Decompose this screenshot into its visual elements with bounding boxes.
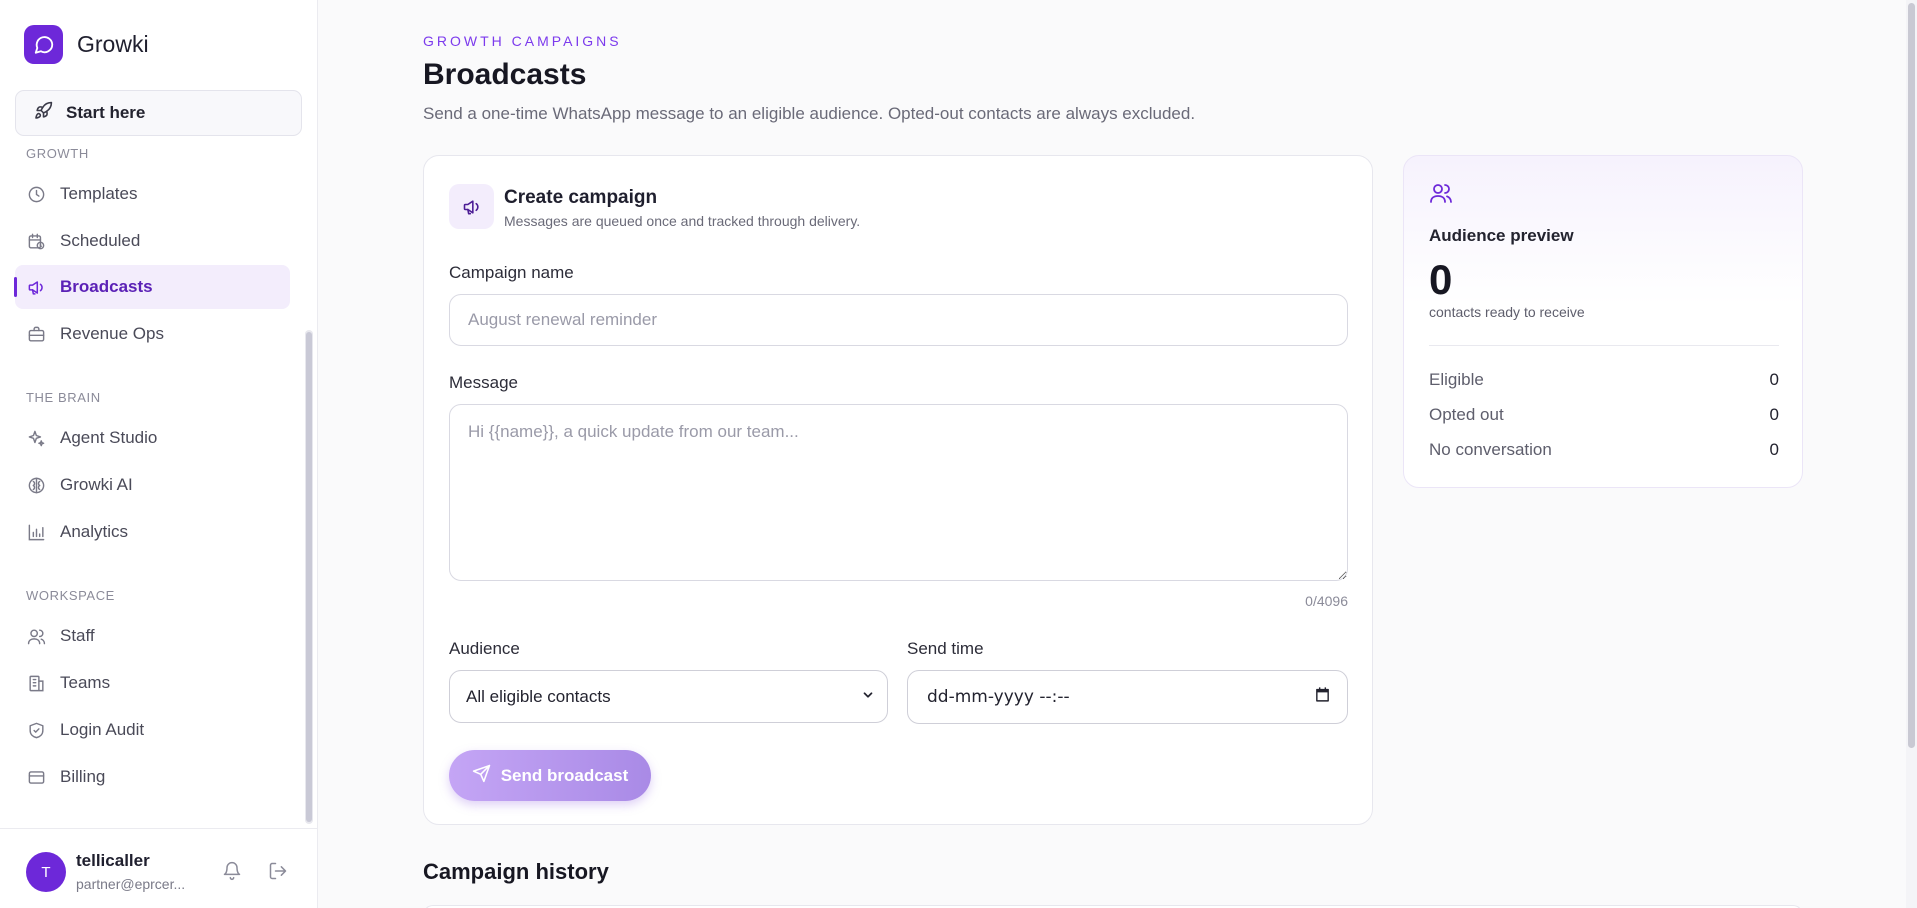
credit-card-icon [26,767,46,787]
audience-label: Audience [449,639,520,658]
logout-icon[interactable] [268,861,288,886]
sidebar-item-label: Growki AI [60,475,133,494]
section-the-brain: THE BRAIN [26,390,101,405]
sidebar-item-label: Analytics [60,522,129,541]
sidebar-item-label: Staff [60,626,95,645]
brain-icon [26,475,46,495]
send-broadcast-label: Send broadcast [500,765,629,785]
sidebar: Growki Start here GROWTH Templates Sched… [0,0,318,908]
campaign-history-title: Campaign history [423,859,609,884]
row-value: 0 [1769,405,1779,424]
sidebar-item-teams[interactable]: Teams [15,661,290,705]
audience-count-label: contacts ready to receive [1429,304,1585,320]
page-subtitle: Send a one-time WhatsApp message to an e… [423,104,1196,123]
divider [1429,345,1779,346]
send-time-value: dd-mm-yyyy --:-- [927,687,1070,707]
bell-icon[interactable] [222,861,242,886]
page-eyebrow: GROWTH CAMPAIGNS [423,33,622,49]
sidebar-item-templates[interactable]: Templates [15,172,290,216]
audience-row-no-conversation: No conversation 0 [1429,440,1779,460]
shield-check-icon [26,720,46,740]
sidebar-item-login-audit[interactable]: Login Audit [15,708,290,752]
megaphone-icon [26,277,46,297]
campaign-name-input[interactable] [449,294,1348,346]
users-icon [26,626,46,646]
character-counter: 0/4096 [1305,593,1348,609]
page-title: Broadcasts [423,58,587,91]
sidebar-item-growki-ai[interactable]: Growki AI [15,463,290,507]
sidebar-item-label: Billing [60,767,106,786]
audience-row-eligible: Eligible 0 [1429,370,1779,390]
create-campaign-card: Create campaign Messages are queued once… [423,155,1373,825]
message-textarea[interactable] [449,404,1348,581]
audience-selected-value: All eligible contacts [466,686,611,706]
card-title: Create campaign [504,187,658,208]
audience-preview-card: Audience preview 0 contacts ready to rec… [1403,155,1803,488]
sidebar-item-analytics[interactable]: Analytics [15,510,290,554]
brand[interactable]: Growki [24,25,149,64]
section-growth: GROWTH [26,146,89,161]
users-icon [1429,181,1453,210]
sidebar-item-label: Broadcasts [60,277,153,296]
audience-count: 0 [1429,256,1453,303]
row-label: Opted out [1429,405,1504,424]
sidebar-item-scheduled[interactable]: Scheduled [15,219,290,263]
start-here-label: Start here [66,103,146,122]
audience-row-opted-out: Opted out 0 [1429,405,1779,425]
sidebar-nav: GROWTH Templates Scheduled Broadcasts Re… [0,138,318,828]
row-value: 0 [1769,440,1779,459]
sidebar-item-label: Teams [60,673,111,692]
megaphone-icon [449,184,494,229]
sidebar-item-label: Revenue Ops [60,324,164,343]
message-label: Message [449,373,518,392]
start-here-button[interactable]: Start here [15,90,302,136]
send-icon [472,764,491,788]
avatar[interactable]: T [26,852,66,892]
send-time-label: Send time [907,639,984,658]
calendar-clock-icon [26,231,46,251]
sidebar-scrollbar-thumb[interactable] [306,332,312,822]
user-email: partner@eprcer... [76,876,186,892]
page-scrollbar-thumb[interactable] [1908,3,1915,748]
calendar-icon[interactable] [1314,686,1331,708]
sidebar-item-agent-studio[interactable]: Agent Studio [15,416,290,460]
sidebar-item-label: Agent Studio [60,428,158,447]
row-label: No conversation [1429,440,1552,459]
sidebar-item-revenue-ops[interactable]: Revenue Ops [15,312,290,356]
sidebar-item-label: Scheduled [60,231,141,250]
clock-icon [26,184,46,204]
send-time-input[interactable]: dd-mm-yyyy --:-- [907,670,1348,724]
audience-select[interactable]: All eligible contacts [449,670,888,723]
chevron-down-icon [861,687,875,707]
campaign-name-label: Campaign name [449,263,574,282]
brand-name: Growki [77,31,149,57]
building-icon [26,673,46,693]
user-name: tellicaller [76,851,150,870]
user-profile: T tellicaller partner@eprcer... [0,828,318,908]
chat-bubble-icon [24,25,63,64]
sidebar-item-billing[interactable]: Billing [15,755,290,799]
briefcase-icon [26,324,46,344]
audience-preview-title: Audience preview [1429,226,1574,245]
bar-chart-icon [26,522,46,542]
sparkles-icon [26,428,46,448]
sidebar-item-staff[interactable]: Staff [15,614,290,658]
sidebar-item-broadcasts[interactable]: Broadcasts [14,265,290,309]
section-workspace: WORKSPACE [26,588,115,603]
sidebar-item-label: Login Audit [60,720,145,739]
rocket-icon [34,101,53,125]
send-broadcast-button[interactable]: Send broadcast [449,750,651,801]
sidebar-item-label: Templates [60,184,138,203]
card-subtitle: Messages are queued once and tracked thr… [504,213,861,229]
row-value: 0 [1769,370,1779,389]
row-label: Eligible [1429,370,1484,389]
